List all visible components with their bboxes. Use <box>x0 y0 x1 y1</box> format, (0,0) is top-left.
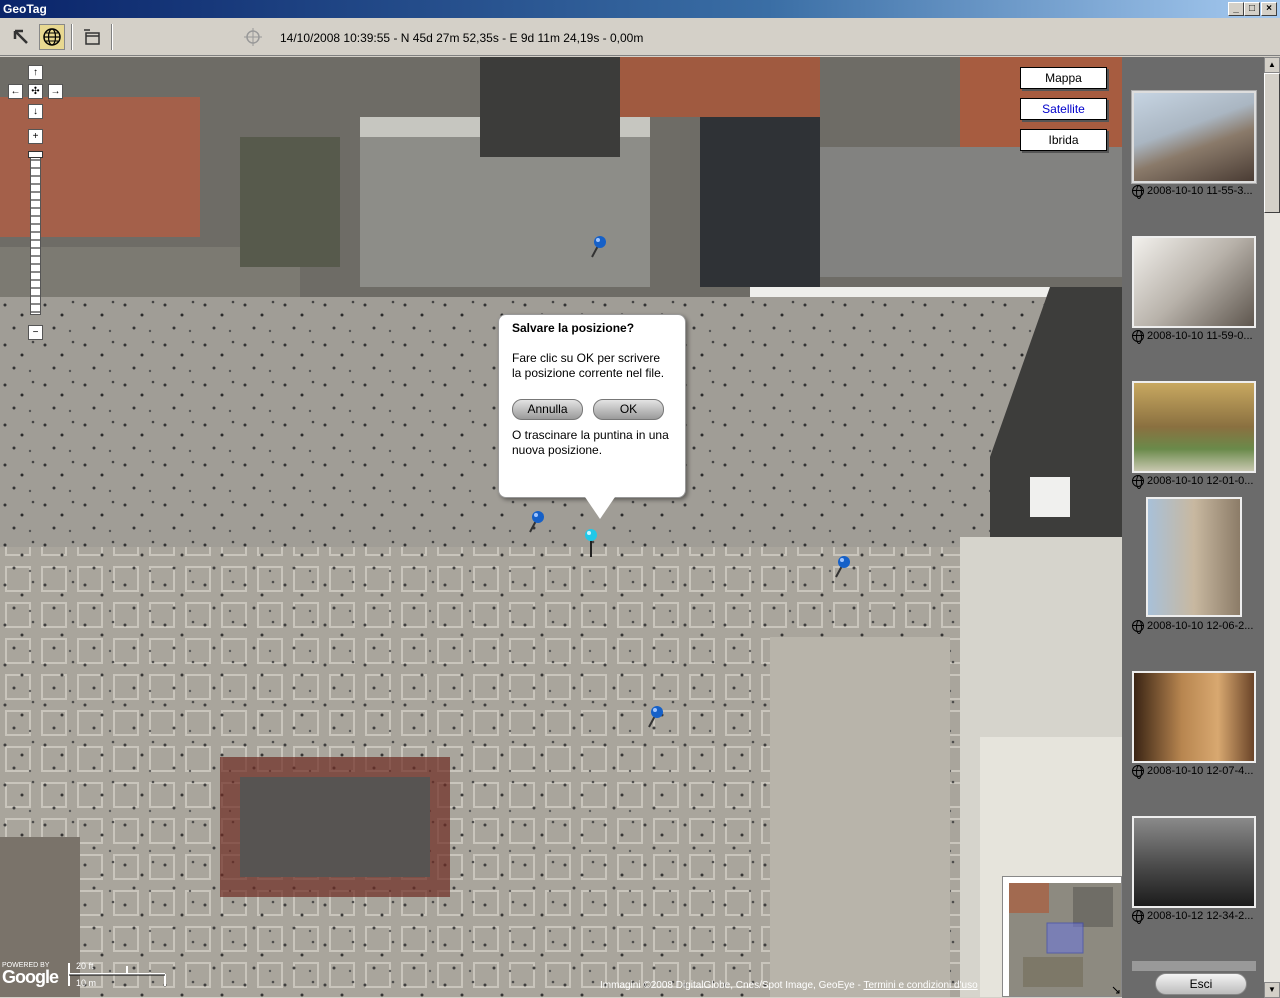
photo-caption: 2008-10-12 12-34-2... <box>1147 910 1254 922</box>
satellite-map[interactable]: Mappa Satellite Ibrida ↑ ← ✣ → ↓ + − Sal… <box>0 57 1122 997</box>
map-type-button-satellite[interactable]: Satellite <box>1020 98 1107 120</box>
satellite-imagery <box>0 57 1122 997</box>
map-copyright: Immagini ©2008 DigitalGlobe, Cnes/Spot I… <box>600 980 978 991</box>
globe-icon <box>1132 185 1144 199</box>
cancel-button[interactable]: Annulla <box>512 399 583 420</box>
window-tool-icon[interactable] <box>79 24 105 50</box>
overview-map[interactable] <box>1002 876 1122 997</box>
photo-thumbnail[interactable]: 2008-10-10 12-01-0... <box>1132 381 1256 491</box>
scale-metric: 10 m <box>76 978 97 988</box>
terms-link[interactable]: Termini e condizioni d'uso <box>863 980 977 991</box>
dialog-pointer <box>585 497 615 519</box>
pointer-tool-icon[interactable] <box>8 24 34 50</box>
window-title: GeoTag <box>3 2 47 16</box>
photo-pin-icon[interactable] <box>832 555 852 579</box>
coordinates-status: 14/10/2008 10:39:55 - N 45d 27m 52,35s -… <box>280 31 644 45</box>
photo-pin-icon[interactable] <box>645 705 665 729</box>
pan-up-button[interactable]: ↑ <box>28 65 43 80</box>
photo-image <box>1132 381 1256 473</box>
photo-pin-icon[interactable] <box>526 510 546 534</box>
google-logo: Google <box>2 967 59 987</box>
scale-imperial: 20 ft <box>76 961 94 971</box>
crosshair-target-icon[interactable] <box>240 24 266 50</box>
geotag-globe-icon[interactable] <box>39 24 65 50</box>
photo-list-scrollbar[interactable]: ▲ ▼ <box>1264 57 1280 998</box>
photo-image <box>1132 671 1256 763</box>
scroll-down-arrow-icon[interactable]: ▼ <box>1264 982 1280 998</box>
exit-button[interactable]: Esci <box>1155 973 1247 995</box>
dialog-alt-text: O trascinare la puntina in una nuova pos… <box>512 428 669 457</box>
zoom-slider-thumb[interactable] <box>28 151 43 158</box>
photo-thumbnail[interactable]: 2008-10-10 11-59-0... <box>1132 236 1256 346</box>
photo-caption: 2008-10-10 12-07-4... <box>1147 765 1254 777</box>
globe-icon <box>1132 330 1144 344</box>
globe-icon <box>1132 765 1144 779</box>
globe-icon <box>1132 910 1144 924</box>
photo-thumbnail[interactable]: 2008-10-10 12-07-4... <box>1132 671 1256 781</box>
current-position-pin-icon[interactable] <box>581 528 601 557</box>
map-scale: 20 ft 10 m <box>68 960 168 990</box>
photo-caption-row: 2008-10-10 12-06-2... <box>1132 526 1256 636</box>
scrollbar-thumb[interactable] <box>1264 73 1280 213</box>
title-bar: GeoTag _ □ × <box>0 0 1280 18</box>
map-type-button-ibrida[interactable]: Ibrida <box>1020 129 1107 151</box>
photo-pin-icon[interactable] <box>588 235 608 259</box>
zoom-in-button[interactable]: + <box>28 129 43 144</box>
photo-caption: 2008-10-10 11-55-3... <box>1147 185 1253 197</box>
photo-caption: 2008-10-10 12-06-2... <box>1147 620 1254 632</box>
photo-image <box>1132 236 1256 328</box>
pan-left-button[interactable]: ← <box>8 84 23 99</box>
photo-caption: 2008-10-10 11-59-0... <box>1147 330 1253 342</box>
photo-thumbnail[interactable]: 2008-10-12 12-34-2... <box>1132 816 1256 926</box>
map-type-button-mappa[interactable]: Mappa <box>1020 67 1107 89</box>
photo-thumbnail-partial <box>1132 961 1256 971</box>
photo-thumbnail[interactable]: 2008-10-10 11-55-3... <box>1131 90 1257 201</box>
globe-icon <box>1132 620 1144 634</box>
photo-image <box>1131 90 1257 184</box>
scroll-up-arrow-icon[interactable]: ▲ <box>1264 57 1280 73</box>
globe-icon <box>1132 475 1144 489</box>
photo-image <box>1132 816 1256 908</box>
minimize-button[interactable]: _ <box>1228 2 1244 16</box>
save-position-dialog: Salvare la posizione? Fare clic su OK pe… <box>498 314 686 519</box>
close-button[interactable]: × <box>1261 2 1277 16</box>
pan-down-button[interactable]: ↓ <box>28 104 43 119</box>
copyright-text: Immagini ©2008 DigitalGlobe, Cnes/Spot I… <box>600 980 861 991</box>
ok-button[interactable]: OK <box>593 399 664 420</box>
photo-caption: 2008-10-10 12-01-0... <box>1147 475 1254 487</box>
zoom-slider-track[interactable] <box>30 152 41 315</box>
pan-right-button[interactable]: → <box>48 84 63 99</box>
pan-center-button[interactable]: ✣ <box>28 84 43 99</box>
dialog-message: Fare clic su OK per scrivere la posizion… <box>512 351 665 380</box>
photo-list: 2008-10-10 11-55-3... 2008-10-10 11-59-0… <box>1122 57 1280 998</box>
toolbar: 14/10/2008 10:39:55 - N 45d 27m 52,35s -… <box>0 18 1280 56</box>
zoom-out-button[interactable]: − <box>28 325 43 340</box>
maximize-button[interactable]: □ <box>1244 2 1260 16</box>
dialog-title: Salvare la posizione? <box>512 321 635 335</box>
